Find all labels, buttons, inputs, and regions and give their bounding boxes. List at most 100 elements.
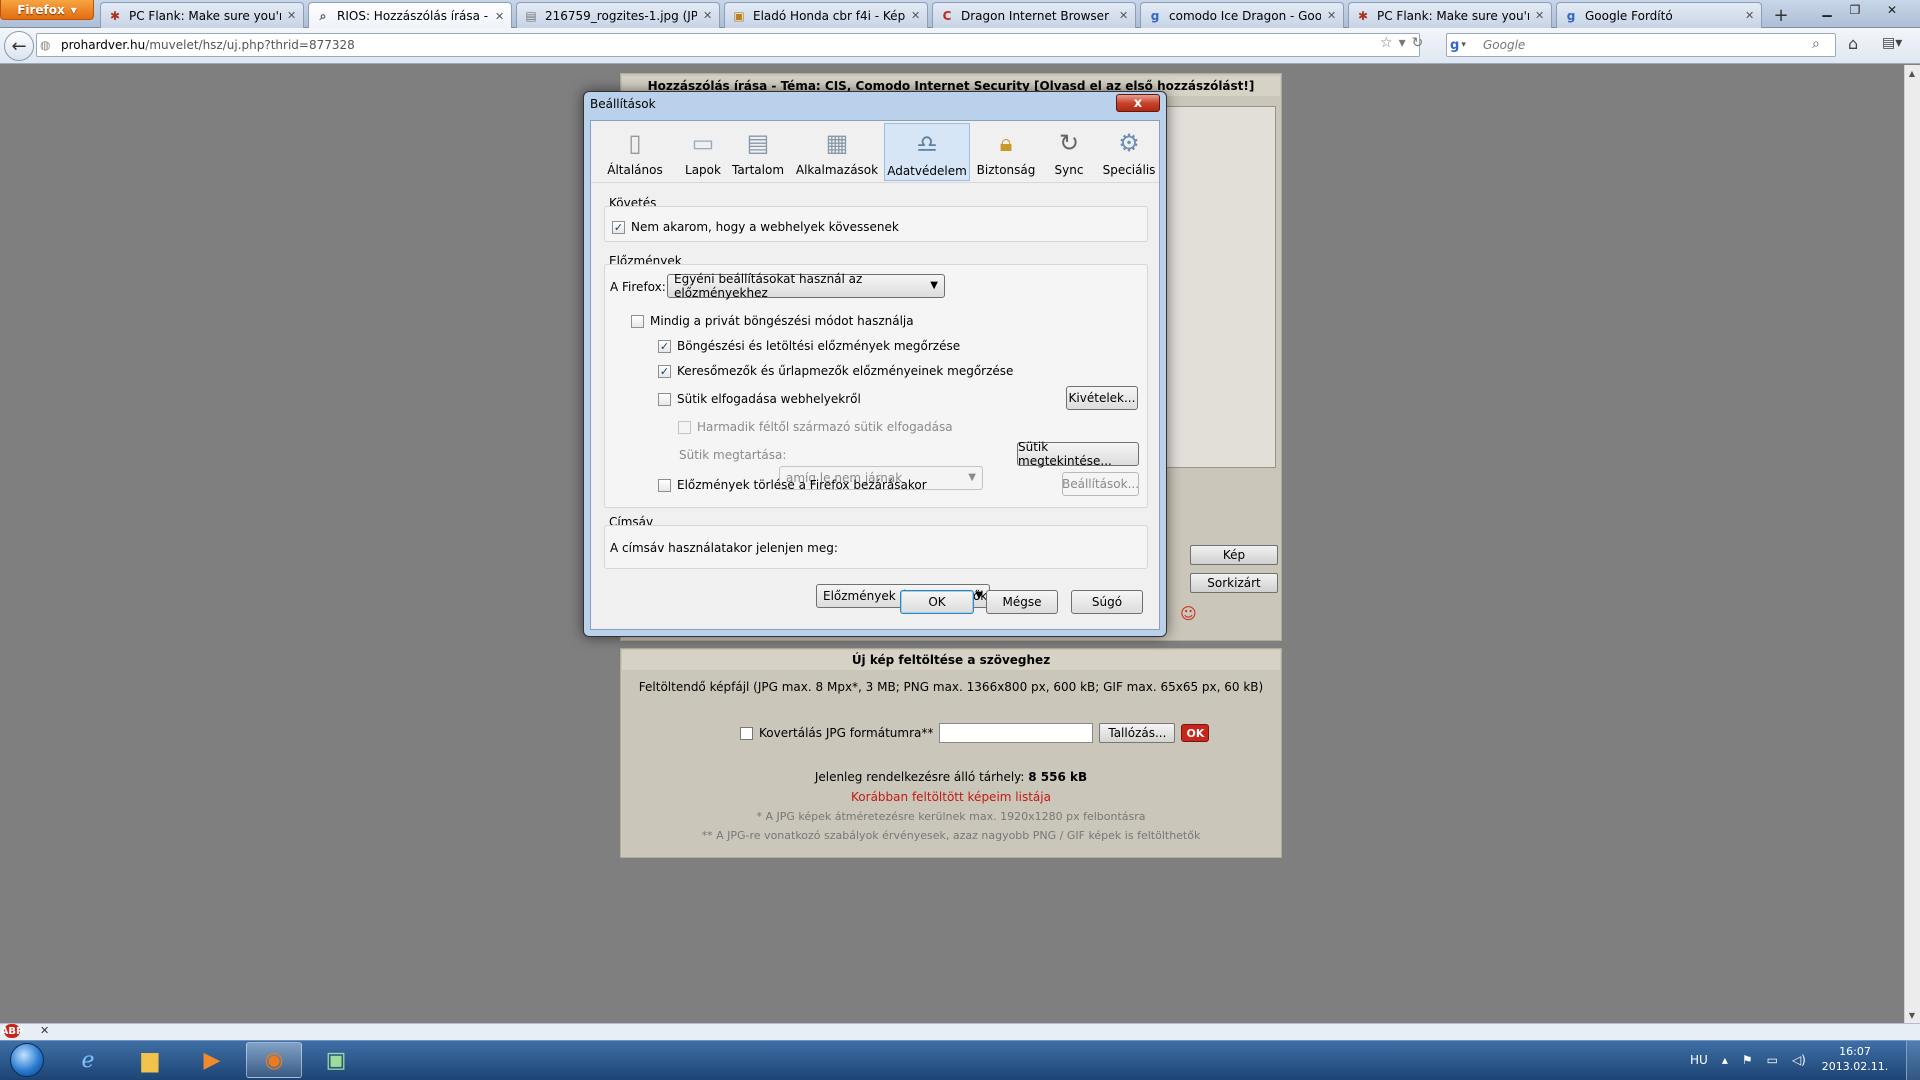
volume-icon[interactable]: ◁): [1792, 1053, 1806, 1067]
new-tab-button[interactable]: +: [1766, 4, 1796, 26]
tab-content[interactable]: ▤ Tartalom: [730, 123, 786, 181]
close-tab-icon[interactable]: ✕: [495, 10, 505, 23]
browse-history-checkbox[interactable]: ✓: [658, 339, 671, 353]
lock-icon: 🔒︎: [999, 129, 1013, 157]
tab-jpeg[interactable]: ▤216759_rogzites-1.jpg (JPEG k...✕: [516, 2, 720, 28]
keep-cookies-label: Sütik megtartása:: [679, 448, 787, 462]
exceptions-button[interactable]: Kivételek...: [1066, 386, 1138, 410]
minimize-window-icon[interactable]: ▁: [1814, 0, 1840, 20]
close-tab-icon[interactable]: ✕: [1119, 9, 1129, 22]
tab-advanced[interactable]: ⚙ Speciális: [1098, 123, 1160, 181]
tab-tabs[interactable]: ▭ Lapok: [672, 123, 734, 181]
internet-explorer-icon[interactable]: ℯ: [60, 1042, 116, 1078]
search-input[interactable]: Google: [1446, 33, 1836, 57]
clock-time: 16:07: [1839, 1045, 1871, 1058]
accept-cookies-row[interactable]: Sütik elfogadása webhelyekről: [658, 392, 861, 406]
gear-icon: ⚙: [1118, 129, 1140, 157]
third-party-cookies-row: Harmadik féltől származó sütik elfogadás…: [678, 420, 953, 434]
dialog-close-button[interactable]: x: [1116, 94, 1160, 112]
firefox-menu-button[interactable]: Firefox ▾: [0, 0, 94, 20]
close-tab-icon[interactable]: ✕: [703, 9, 713, 22]
tab-privacy[interactable]: ♎ Adatvédelem: [884, 123, 970, 181]
bookmarks-menu-icon[interactable]: ▤▾: [1882, 35, 1902, 51]
insert-image-button[interactable]: Kép: [1190, 545, 1278, 565]
scroll-down-icon[interactable]: ▼: [1904, 1007, 1920, 1023]
adblock-icon[interactable]: ABP: [1, 1024, 23, 1038]
private-mode-row[interactable]: Mindig a privát böngészési módot használ…: [631, 314, 914, 328]
upload-file-input[interactable]: [939, 723, 1094, 743]
ok-button[interactable]: OK: [900, 590, 974, 614]
clear-on-close-checkbox[interactable]: [658, 478, 671, 492]
home-icon[interactable]: ⌂: [1848, 34, 1858, 53]
cancel-button[interactable]: Mégse: [986, 590, 1058, 614]
tab-dragon[interactable]: CDragon Internet Browser – Co...✕: [932, 2, 1136, 28]
history-mode-select[interactable]: Egyéni beállításokat használ az előzmény…: [667, 272, 945, 300]
close-addon-bar-icon[interactable]: ✕: [40, 1024, 49, 1037]
browse-button[interactable]: Tallózás...: [1099, 723, 1176, 743]
form-history-checkbox[interactable]: ✓: [658, 364, 671, 378]
close-tab-icon[interactable]: ✕: [1327, 9, 1337, 22]
clear-on-close-row[interactable]: Előzmények törlése a Firefox bezárásakor: [658, 478, 927, 492]
form-history-row[interactable]: ✓ Keresőmezők és űrlapmezők előzményeinek…: [658, 364, 1013, 378]
accept-cookies-checkbox[interactable]: [658, 392, 671, 406]
chevron-down-icon: ▾: [1461, 40, 1466, 50]
show-desktop-button[interactable]: [1906, 1040, 1920, 1080]
smiley-icon[interactable]: ☺: [1180, 604, 1197, 623]
chevron-down-icon: ▼: [975, 590, 983, 601]
windows-logo-icon: [10, 1043, 44, 1077]
back-button[interactable]: ←: [4, 31, 34, 61]
explorer-folder-icon[interactable]: ▆: [122, 1042, 178, 1078]
network-icon[interactable]: ▭: [1767, 1053, 1778, 1067]
close-tab-icon[interactable]: ✕: [911, 9, 921, 22]
do-not-track-row[interactable]: ✓ Nem akarom, hogy a webhelyek kövessenek: [612, 220, 899, 234]
search-magnifier-icon[interactable]: ⌕: [1812, 36, 1820, 52]
browse-history-row[interactable]: ✓ Böngészési és letöltési előzmények megő…: [658, 339, 960, 353]
bookmark-star-icon[interactable]: ☆: [1380, 35, 1393, 51]
url-bar[interactable]: prohardver.hu/muvelet/hsz/uj.php?thrid=8…: [36, 33, 1420, 57]
tab-sync[interactable]: ↻ Sync: [1042, 123, 1096, 181]
private-mode-checkbox[interactable]: [631, 314, 644, 328]
search-icon: ⌕: [319, 8, 327, 23]
terminal-app-icon[interactable]: ▣: [308, 1042, 364, 1078]
show-hidden-icons-icon[interactable]: ▴: [1722, 1053, 1728, 1067]
site-identity-icon[interactable]: ◍: [40, 38, 50, 52]
tab-pcflank-2[interactable]: ✱PC Flank: Make sure you're pr...✕: [1348, 2, 1552, 28]
tab-applications[interactable]: ▦ Alkalmazások: [794, 123, 880, 181]
media-player-icon[interactable]: ▶: [184, 1042, 240, 1078]
page-scrollbar[interactable]: [1904, 65, 1920, 1023]
reload-icon[interactable]: ↻: [1412, 35, 1424, 51]
dropdown-arrow-icon[interactable]: ▾: [1399, 35, 1406, 51]
tab-google-search[interactable]: gcomodo Ice Dragon - Google...✕: [1140, 2, 1344, 28]
help-button[interactable]: Súgó: [1071, 590, 1143, 614]
restore-window-icon[interactable]: ❐: [1842, 0, 1868, 20]
tab-security[interactable]: 🔒︎ Biztonság: [972, 123, 1040, 181]
scroll-up-icon[interactable]: ▲: [1904, 65, 1920, 81]
storage-space-value: 8 556 kB: [1028, 770, 1088, 784]
close-window-icon[interactable]: ✕: [1872, 0, 1912, 20]
start-button[interactable]: [2, 1041, 52, 1079]
comodo-icon: C: [942, 8, 952, 23]
uploaded-images-link[interactable]: Korábban feltöltött képeim listája: [622, 790, 1280, 804]
do-not-track-checkbox[interactable]: ✓: [612, 220, 625, 234]
translate-icon: g: [1566, 8, 1576, 23]
close-tab-icon[interactable]: ✕: [1535, 9, 1545, 22]
url-bar-icons: ☆ ▾ ↻: [1380, 35, 1423, 51]
convert-jpg-checkbox[interactable]: [740, 726, 753, 740]
addon-bar: [0, 1023, 1920, 1040]
tab-translate[interactable]: g Google Fordító ✕: [1556, 2, 1762, 28]
close-tab-icon[interactable]: ✕: [287, 9, 297, 22]
search-engine-selector[interactable]: g ▾: [1450, 37, 1480, 53]
tab-honda[interactable]: ▣Eladó Honda cbr f4i - Képes ...✕: [724, 2, 928, 28]
action-center-flag-icon[interactable]: ⚑: [1742, 1053, 1753, 1067]
upload-ok-button[interactable]: OK: [1181, 724, 1210, 742]
tab-general[interactable]: ▯ Általános: [600, 123, 670, 181]
close-tab-icon[interactable]: ✕: [1745, 9, 1755, 22]
clock[interactable]: 16:07 2013.02.11.: [1810, 1044, 1900, 1074]
justify-button[interactable]: Sorkizárt: [1190, 573, 1278, 593]
language-indicator[interactable]: HU: [1690, 1053, 1708, 1067]
tab-pcflank-1[interactable]: ✱PC Flank: Make sure you're pr...✕: [100, 2, 304, 28]
tab-rios[interactable]: ⌕RIOS: Hozzászólás írása - Tém...✕: [308, 2, 512, 29]
firefox-taskbar-icon[interactable]: ◉: [246, 1042, 302, 1078]
google-icon: g: [1450, 37, 1460, 53]
show-cookies-button[interactable]: Sütik megtekintése...: [1017, 440, 1139, 468]
